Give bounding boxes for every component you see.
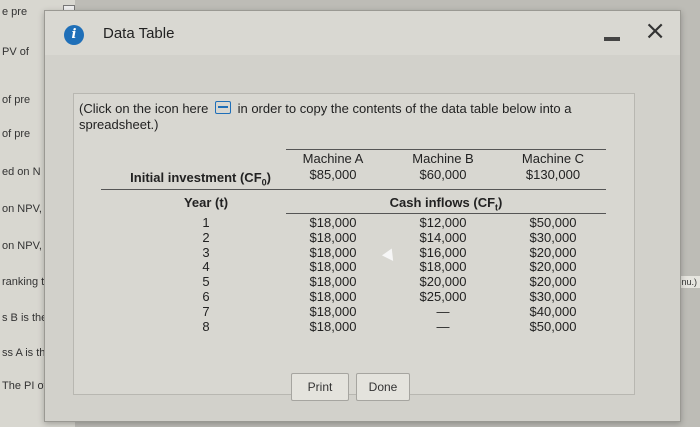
machine-a-inflows: $18,000 $18,000 $18,000 $18,000 $18,000 … [298,215,368,334]
machine-investment: $85,000 [309,167,357,182]
inflow-cell: $40,000 [529,303,577,319]
bg-fragment: e pre [2,6,28,18]
inflow-cell: $16,000 [419,244,467,260]
year-cell: 3 [202,244,210,260]
inflow-cell: $20,000 [529,259,577,275]
inflow-cell: — [436,303,450,319]
year-cell: 8 [202,318,210,334]
inflow-cell: $50,000 [529,318,577,334]
machine-a-header: Machine A $85,000 [278,151,388,183]
minimize-icon[interactable] [604,37,620,41]
year-cell: 5 [202,274,210,290]
machine-name: Machine B [412,151,474,166]
year-column: 1 2 3 4 5 6 7 8 [196,215,216,334]
machine-name: Machine A [302,151,364,166]
year-cell: 2 [202,229,210,245]
year-cell: 4 [202,259,210,275]
bg-fragment: PV of [2,46,29,58]
machine-c-inflows: $50,000 $30,000 $20,000 $20,000 $20,000 … [518,215,588,334]
inflow-cell: $18,000 [309,318,357,334]
table-rule [101,189,606,190]
machine-c-header: Machine C $130,000 [498,151,608,183]
inflow-cell: $20,000 [419,274,467,290]
inflow-cell: $18,000 [309,274,357,290]
machine-investment: $60,000 [419,167,467,182]
machine-name: Machine C [521,151,585,166]
inflow-cell: $25,000 [419,288,467,304]
close-icon[interactable]: × [644,17,666,45]
table-rule [286,149,606,150]
inflow-cell: $30,000 [529,229,577,245]
inflow-cell: $18,000 [309,229,357,245]
dialog-title: Data Table [103,25,175,42]
inflow-cell: $18,000 [309,303,357,319]
inflow-cell: $50,000 [529,215,577,230]
done-button[interactable]: Done [356,373,410,401]
note-text-pre: (Click on the icon here [79,101,209,116]
year-cell: 7 [202,303,210,319]
cash-inflows-header: Cash inflows (CFt) [389,195,503,213]
year-cell: 1 [202,215,210,230]
bg-fragment: s B is the [2,312,48,324]
inflow-cell: $14,000 [419,229,467,245]
bg-fragment: of pre [2,94,31,106]
info-icon: i [64,25,84,45]
year-cell: 6 [202,288,210,304]
bg-fragment: on NPV, [2,240,42,252]
machine-b-inflows: $12,000 $14,000 $16,000 $18,000 $20,000 … [408,215,478,334]
inflow-cell: — [436,318,450,334]
bg-fragment: of pre [2,128,31,140]
inflow-cell: $18,000 [309,244,357,260]
inflow-cell: $18,000 [309,215,357,230]
inflow-cell: $30,000 [529,288,577,304]
initial-investment-label: Initial investment (CF0) [130,170,271,188]
copy-to-spreadsheet-icon[interactable] [214,101,231,114]
data-table-dialog: i Data Table × (Click on the icon here i… [44,10,681,422]
bg-fragment: ed on N [2,166,41,178]
print-button[interactable]: Print [291,373,349,401]
dialog-titlebar: i Data Table × [45,11,680,55]
bg-fragment: on NPV, [2,203,42,215]
inflow-cell: $20,000 [529,244,577,260]
copy-instructions: (Click on the icon here in order to copy… [79,101,609,133]
bg-fragment: ranking t [2,276,45,288]
inflow-cell: $18,000 [309,259,357,275]
inflow-cell: $18,000 [419,259,467,275]
inflow-cell: $18,000 [309,288,357,304]
inflow-cell: $12,000 [419,215,467,230]
inflow-cell: $20,000 [529,274,577,290]
machine-b-header: Machine B $60,000 [388,151,498,183]
machine-investment: $130,000 [525,167,581,182]
year-header: Year (t) [183,195,229,210]
table-rule [286,213,606,214]
